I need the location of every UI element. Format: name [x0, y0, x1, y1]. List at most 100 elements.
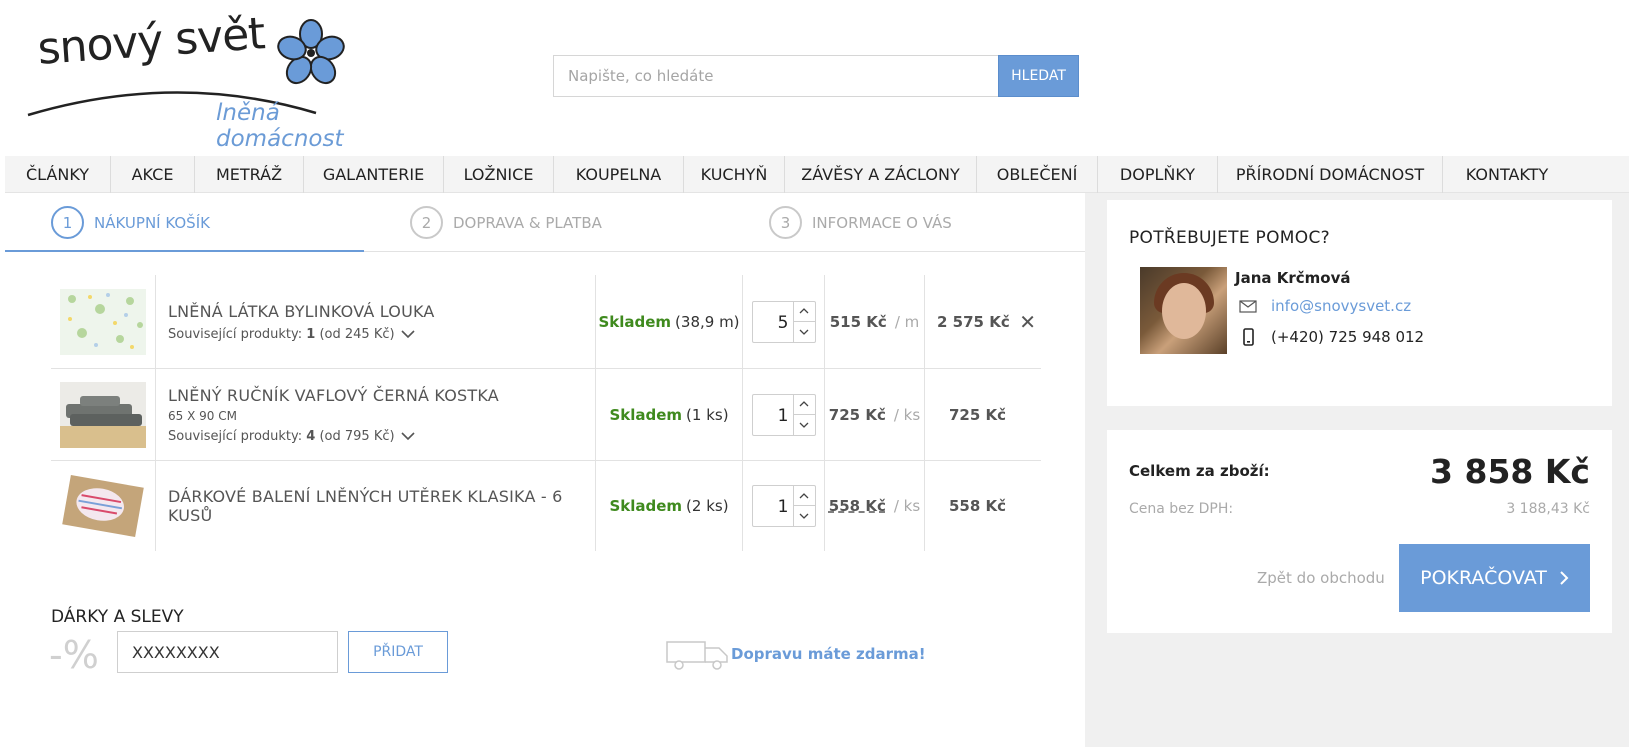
mail-icon: [1239, 299, 1257, 313]
quantity-value[interactable]: 5: [778, 313, 789, 333]
stock-quantity: (38,9 m): [675, 312, 740, 331]
nav-item-akce[interactable]: AKCE: [111, 156, 195, 193]
free-shipping-note: Dopravu máte zdarma!: [731, 645, 926, 663]
quantity-cell: 5: [743, 275, 825, 368]
related-price: (od 795 Kč): [319, 428, 395, 444]
chevron-down-icon: [401, 330, 415, 339]
unit-price-cell: 515 Kč / m: [825, 275, 925, 368]
site-logo[interactable]: snový svět lněná domácnost: [26, 8, 406, 152]
step-number: 2: [410, 206, 443, 239]
gifts-title: DÁRKY A SLEVY: [51, 607, 184, 627]
unit-price[interactable]: 558 Kč: [829, 497, 886, 515]
step-shipping[interactable]: 2 DOPRAVA & PLATBA: [410, 206, 602, 239]
nav-item-clanky[interactable]: ČLÁNKY: [5, 156, 111, 193]
stock-cell: Skladem (38,9 m): [596, 275, 743, 368]
step-label: NÁKUPNÍ KOŠÍK: [94, 213, 210, 232]
nav-item-metraz[interactable]: METRÁŽ: [195, 156, 304, 193]
nav-item-obleceni[interactable]: OBLEČENÍ: [977, 156, 1098, 193]
step-label: DOPRAVA & PLATBA: [453, 213, 602, 232]
total-price-cell: 2 575 Kč ✕: [925, 275, 1041, 368]
nav-item-zavesy[interactable]: ZÁVĚSY A ZÁCLONY: [785, 156, 977, 193]
stock-cell: Skladem (1 ks): [596, 369, 743, 460]
table-row: LNĚNÁ LÁTKA BYLINKOVÁ LOUKA Související …: [51, 275, 1041, 369]
product-name-cell: LNĚNÁ LÁTKA BYLINKOVÁ LOUKA Související …: [156, 275, 596, 368]
unit-price: 515 Kč: [829, 312, 887, 331]
email-link[interactable]: info@snovysvet.cz: [1271, 297, 1411, 315]
product-name[interactable]: LNĚNÁ LÁTKA BYLINKOVÁ LOUKA: [168, 302, 435, 321]
remove-item-icon[interactable]: ✕: [1019, 310, 1036, 334]
contact-phone[interactable]: (+420) 725 948 012: [1239, 328, 1424, 346]
related-label: Související produkty:: [168, 428, 307, 444]
quantity-value[interactable]: 1: [778, 406, 789, 426]
price-unit: / ks: [893, 405, 921, 424]
cart-panel: 1 NÁKUPNÍ KOŠÍK 2 DOPRAVA & PLATBA 3 INF…: [5, 193, 1085, 745]
active-step-underline: [5, 250, 364, 252]
product-thumbnail[interactable]: [60, 473, 146, 539]
step-number: 3: [769, 206, 802, 239]
step-info[interactable]: 3 INFORMACE O VÁS: [769, 206, 952, 239]
chevron-down-icon[interactable]: [792, 414, 815, 435]
truck-icon: [666, 641, 728, 670]
nav-item-galanterie[interactable]: GALANTERIE: [304, 156, 444, 193]
search-input[interactable]: [553, 55, 998, 97]
price-unit: / m: [894, 312, 920, 331]
product-name[interactable]: LNĚNÝ RUČNÍK VAFLOVÝ ČERNÁ KOSTKA: [168, 386, 499, 405]
contact-name: Jana Krčmová: [1235, 269, 1351, 287]
product-thumbnail[interactable]: [60, 381, 146, 448]
chevron-down-icon: [401, 432, 415, 441]
quantity-stepper[interactable]: 1: [751, 393, 816, 436]
search-button[interactable]: HLEDAT: [998, 55, 1079, 97]
add-coupon-button[interactable]: PŘIDAT: [348, 631, 448, 673]
stock-quantity: (2 ks): [686, 497, 729, 515]
chevron-down-icon[interactable]: [792, 506, 815, 526]
help-title: POTŘEBUJETE POMOC?: [1129, 228, 1330, 248]
contact-email[interactable]: info@snovysvet.cz: [1239, 297, 1411, 315]
nav-item-kuchyn[interactable]: KUCHYŇ: [684, 156, 785, 193]
stock-quantity: (1 ks): [686, 405, 729, 424]
phone-number[interactable]: (+420) 725 948 012: [1271, 328, 1424, 346]
chevron-down-icon[interactable]: [792, 321, 815, 342]
discount-symbol: -%: [49, 633, 99, 677]
chevron-up-icon[interactable]: [792, 394, 815, 415]
step-label: INFORMACE O VÁS: [812, 213, 952, 232]
nav-item-loznice[interactable]: LOŽNICE: [444, 156, 554, 193]
related-products[interactable]: Související produkty: 1 (od 245 Kč): [168, 327, 415, 342]
phone-icon: [1243, 328, 1254, 346]
nav-item-kontakty[interactable]: KONTAKTY: [1443, 156, 1571, 193]
nav-item-koupelna[interactable]: KOUPELNA: [554, 156, 684, 193]
quantity-stepper[interactable]: 5: [751, 300, 816, 343]
quantity-cell: 1: [743, 461, 825, 551]
total-label: Celkem za zboží:: [1129, 462, 1270, 480]
quantity-value[interactable]: 1: [778, 497, 789, 517]
related-products[interactable]: Související produkty: 4 (od 795 Kč): [168, 429, 415, 444]
price-unit: / ks: [893, 497, 921, 515]
product-name[interactable]: DÁRKOVÉ BALENÍ LNĚNÝCH UTĚREK KLASIKA - …: [168, 487, 595, 525]
coupon-input[interactable]: [117, 631, 338, 673]
row-total: 725 Kč: [949, 405, 1007, 424]
row-total: 2 575 Kč: [937, 312, 1010, 331]
total-price-cell: 725 Kč: [925, 369, 1041, 460]
row-total: 558 Kč: [949, 497, 1007, 515]
table-row: DÁRKOVÉ BALENÍ LNĚNÝCH UTĚREK KLASIKA - …: [51, 461, 1041, 551]
back-to-shop-link[interactable]: Zpět do obchodu: [1257, 569, 1385, 587]
chevron-up-icon[interactable]: [792, 301, 815, 322]
chevron-up-icon[interactable]: [792, 486, 815, 506]
product-thumbnail[interactable]: [60, 288, 146, 355]
step-number: 1: [51, 206, 84, 239]
nav-item-doplnky[interactable]: DOPLŇKY: [1098, 156, 1218, 193]
quantity-stepper[interactable]: 1: [751, 485, 816, 527]
stock-cell: Skladem (2 ks): [596, 461, 743, 551]
stock-status: Skladem: [609, 497, 683, 515]
product-image-cell: [51, 461, 156, 551]
checkout-steps: 1 NÁKUPNÍ KOŠÍK 2 DOPRAVA & PLATBA 3 INF…: [5, 193, 1085, 252]
related-count: 1: [306, 326, 316, 342]
chevron-right-icon: [1560, 571, 1569, 585]
continue-button[interactable]: POKRAČOVAT: [1399, 544, 1590, 612]
vat-amount: 3 188,43 Kč: [1506, 501, 1590, 517]
product-name-cell: LNĚNÝ RUČNÍK VAFLOVÝ ČERNÁ KOSTKA 65 X 9…: [156, 369, 596, 460]
product-name-cell: DÁRKOVÉ BALENÍ LNĚNÝCH UTĚREK KLASIKA - …: [156, 461, 596, 551]
related-count: 4: [306, 428, 316, 444]
related-price: (od 245 Kč): [319, 326, 395, 342]
step-cart[interactable]: 1 NÁKUPNÍ KOŠÍK: [51, 206, 210, 239]
nav-item-prirodni-domacnost[interactable]: PŘÍRODNÍ DOMÁCNOST: [1218, 156, 1443, 193]
